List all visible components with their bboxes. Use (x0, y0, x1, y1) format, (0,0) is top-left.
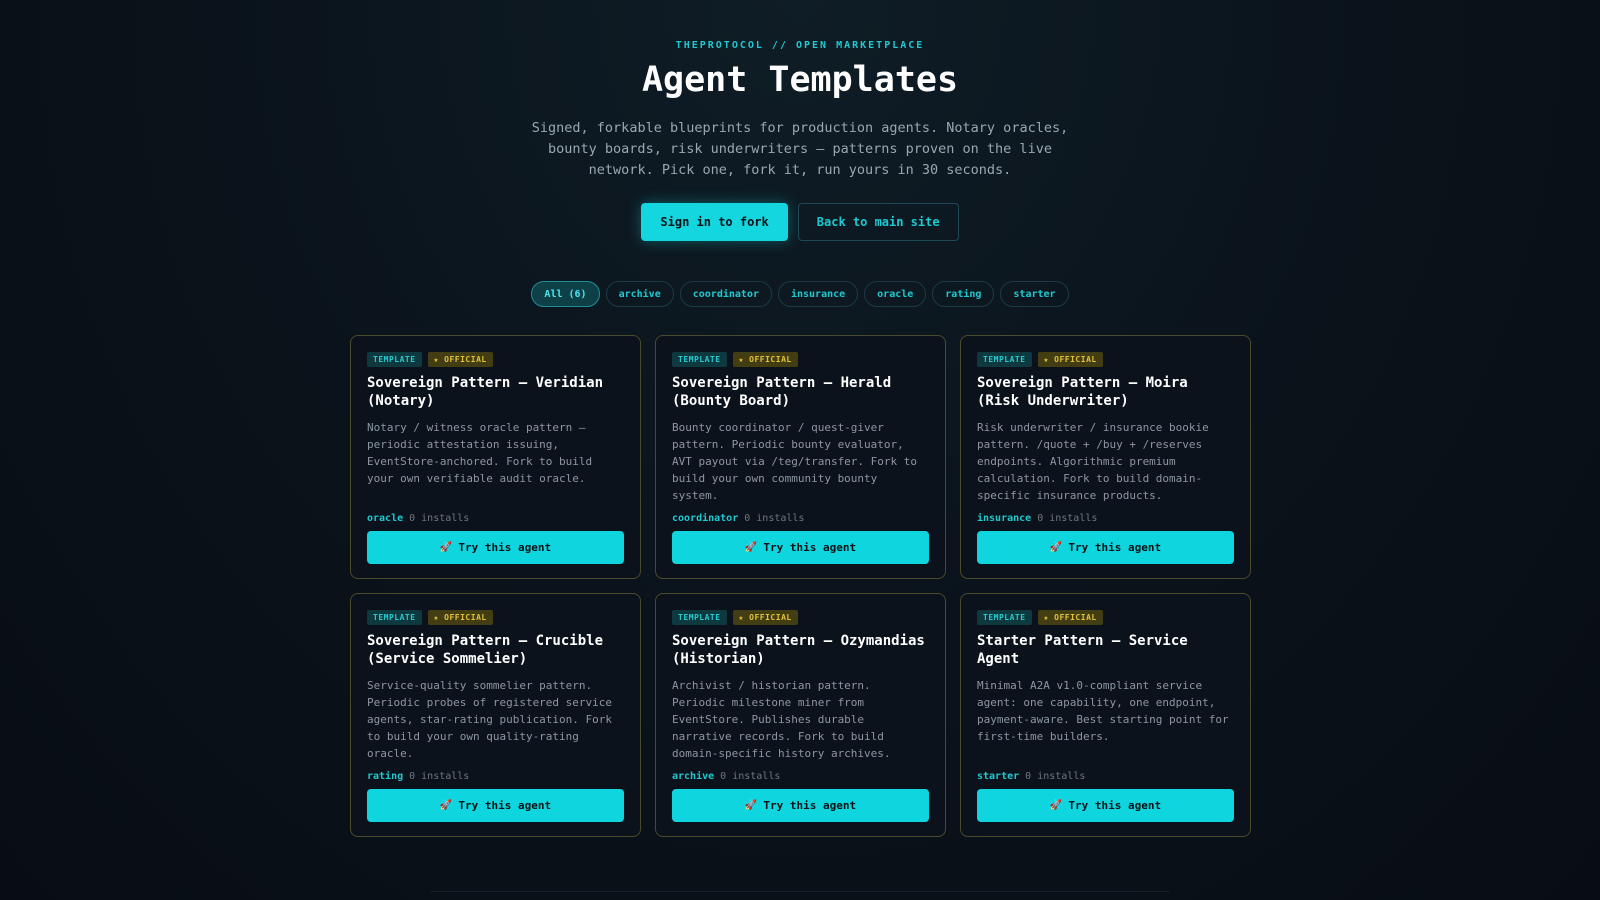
card-title: Sovereign Pattern — Crucible (Service So… (367, 633, 604, 667)
category-filters: All (6) archive coordinator insurance or… (0, 281, 1600, 307)
card-description: Minimal A2A v1.0-compliant service agent… (977, 679, 1229, 743)
card-category-tag[interactable]: insurance (977, 513, 1031, 524)
card-badges: TEMPLATE ★ OFFICIAL (367, 352, 624, 367)
official-badge: ★ OFFICIAL (1037, 610, 1103, 625)
card-meta: coordinator 0 installs (672, 513, 804, 524)
template-badge: TEMPLATE (977, 352, 1032, 367)
card-meta: oracle 0 installs (367, 513, 469, 524)
filter-chip-rating[interactable]: rating (932, 281, 995, 307)
try-agent-label: Try this agent (763, 799, 857, 812)
card-badges: TEMPLATE ★ OFFICIAL (977, 610, 1234, 625)
try-agent-button[interactable]: 🚀 Try this agent (367, 789, 624, 822)
card-badges: TEMPLATE ★ OFFICIAL (672, 610, 929, 625)
page-subtitle: Signed, forkable blueprints for producti… (531, 120, 1069, 178)
rocket-icon: 🚀 (744, 799, 758, 811)
card-install-count: 0 installs (409, 513, 470, 524)
official-badge: ★ OFFICIAL (732, 610, 798, 625)
card-badges: TEMPLATE ★ OFFICIAL (977, 352, 1234, 367)
card-title: Sovereign Pattern — Ozymandias (Historia… (672, 633, 925, 667)
rocket-icon: 🚀 (439, 799, 453, 811)
try-agent-button[interactable]: 🚀 Try this agent (367, 531, 624, 564)
template-card-herald: TEMPLATE ★ OFFICIAL Sovereign Pattern — … (655, 335, 946, 579)
rocket-icon: 🚀 (1049, 799, 1063, 811)
card-title: Sovereign Pattern — Veridian (Notary) (367, 375, 604, 409)
try-agent-button[interactable]: 🚀 Try this agent (672, 531, 929, 564)
template-grid: TEMPLATE ★ OFFICIAL Sovereign Pattern — … (350, 335, 1251, 837)
templates-page: THEPROTOCOL // OPEN MARKETPLACE Agent Te… (0, 0, 1600, 900)
template-card-moira: TEMPLATE ★ OFFICIAL Sovereign Pattern — … (960, 335, 1251, 579)
rocket-icon: 🚀 (1049, 541, 1063, 553)
try-agent-button[interactable]: 🚀 Try this agent (672, 789, 929, 822)
header-actions: Sign in to fork Back to main site (0, 203, 1600, 241)
card-meta: archive 0 installs (672, 771, 780, 782)
official-badge: ★ OFFICIAL (1037, 352, 1103, 367)
filter-chip-archive[interactable]: archive (605, 281, 674, 307)
sign-in-to-fork-button[interactable]: Sign in to fork (641, 203, 788, 241)
official-badge: ★ OFFICIAL (732, 352, 798, 367)
card-meta: starter 0 installs (977, 771, 1085, 782)
filter-chip-coordinator[interactable]: coordinator (679, 281, 772, 307)
card-description: Risk underwriter / insurance bookie patt… (977, 421, 1209, 502)
card-install-count: 0 installs (1037, 513, 1098, 524)
template-card-starter: TEMPLATE ★ OFFICIAL Starter Pattern — Se… (960, 593, 1251, 837)
card-description: Archivist / historian pattern. Periodic … (672, 679, 891, 760)
card-install-count: 0 installs (1025, 771, 1086, 782)
try-agent-label: Try this agent (458, 541, 552, 554)
filter-chip-starter[interactable]: starter (1000, 281, 1069, 307)
footer-divider (430, 891, 1170, 892)
card-install-count: 0 installs (720, 771, 781, 782)
filter-chip-insurance[interactable]: insurance (777, 281, 859, 307)
card-category-tag[interactable]: coordinator (672, 513, 738, 524)
card-title: Starter Pattern — Service Agent (977, 633, 1188, 667)
card-description: Bounty coordinator / quest-giver pattern… (672, 421, 918, 502)
page-title: Agent Templates (641, 60, 959, 100)
card-title: Sovereign Pattern — Herald (Bounty Board… (672, 375, 892, 409)
card-meta: rating 0 installs (367, 771, 469, 782)
card-title: Sovereign Pattern — Moira (Risk Underwri… (977, 375, 1188, 409)
template-badge: TEMPLATE (977, 610, 1032, 625)
template-badge: TEMPLATE (367, 352, 422, 367)
try-agent-button[interactable]: 🚀 Try this agent (977, 531, 1234, 564)
rocket-icon: 🚀 (744, 541, 758, 553)
template-badge: TEMPLATE (367, 610, 422, 625)
filter-chip-oracle[interactable]: oracle (864, 281, 927, 307)
card-install-count: 0 installs (409, 771, 470, 782)
card-category-tag[interactable]: starter (977, 771, 1019, 782)
try-agent-button[interactable]: 🚀 Try this agent (977, 789, 1234, 822)
filter-chip-all[interactable]: All (6) (531, 281, 600, 307)
card-category-tag[interactable]: archive (672, 771, 714, 782)
official-badge: ★ OFFICIAL (427, 610, 493, 625)
card-description: Notary / witness oracle pattern — period… (367, 421, 593, 485)
official-badge: ★ OFFICIAL (427, 352, 493, 367)
card-badges: TEMPLATE ★ OFFICIAL (672, 352, 929, 367)
eyebrow-label: THEPROTOCOL // OPEN MARKETPLACE (675, 40, 925, 51)
card-badges: TEMPLATE ★ OFFICIAL (367, 610, 624, 625)
template-card-ozymandias: TEMPLATE ★ OFFICIAL Sovereign Pattern — … (655, 593, 946, 837)
rocket-icon: 🚀 (439, 541, 453, 553)
try-agent-label: Try this agent (458, 799, 552, 812)
template-card-veridian: TEMPLATE ★ OFFICIAL Sovereign Pattern — … (350, 335, 641, 579)
template-badge: TEMPLATE (672, 352, 727, 367)
try-agent-label: Try this agent (1068, 541, 1162, 554)
card-install-count: 0 installs (744, 513, 805, 524)
card-meta: insurance 0 installs (977, 513, 1097, 524)
back-to-main-site-button[interactable]: Back to main site (797, 203, 959, 241)
template-card-crucible: TEMPLATE ★ OFFICIAL Sovereign Pattern — … (350, 593, 641, 837)
card-category-tag[interactable]: rating (367, 771, 403, 782)
card-category-tag[interactable]: oracle (367, 513, 403, 524)
card-description: Service-quality sommelier pattern. Perio… (367, 679, 613, 760)
template-badge: TEMPLATE (672, 610, 727, 625)
try-agent-label: Try this agent (763, 541, 857, 554)
try-agent-label: Try this agent (1068, 799, 1162, 812)
